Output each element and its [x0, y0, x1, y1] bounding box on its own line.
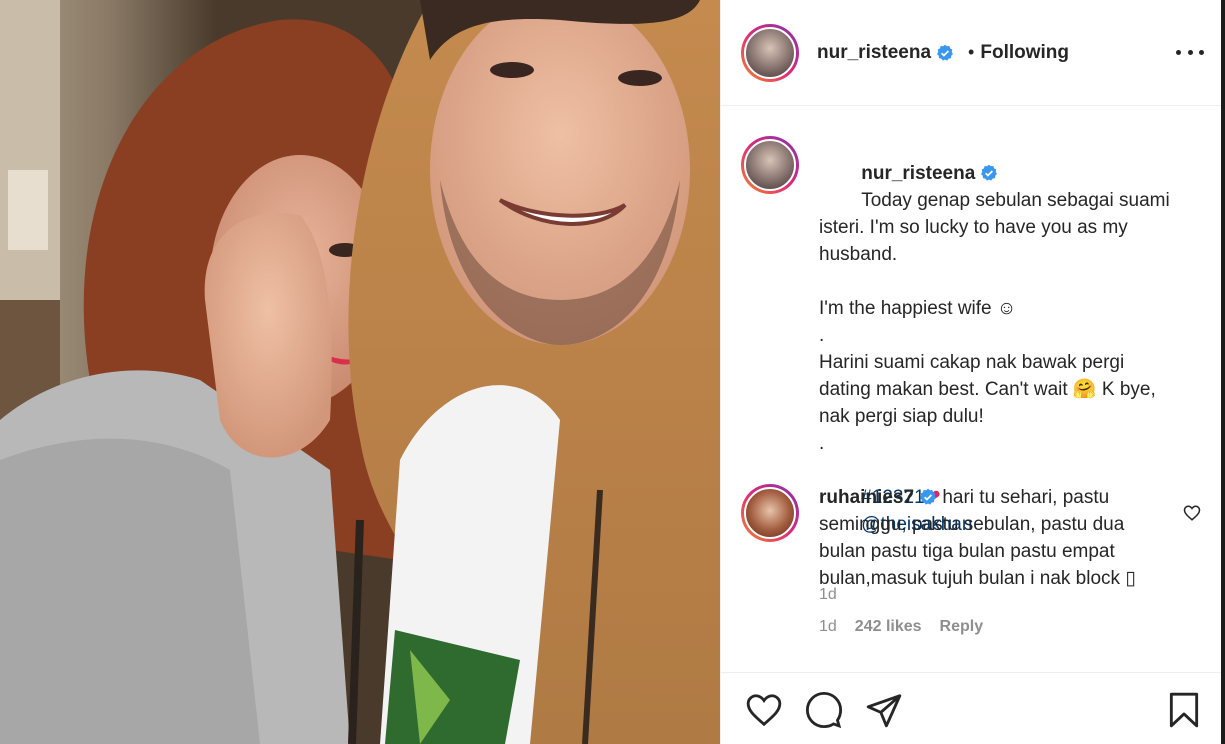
caption-line-1: Today genap sebulan sebagai suami isteri… — [819, 190, 1175, 265]
comment-timestamp[interactable]: 1d — [819, 613, 837, 640]
caption-username[interactable]: nur_risteena — [861, 163, 975, 184]
action-bar — [721, 672, 1222, 744]
comment-item: ruhainies7 hari tu sehari, pastu semingg… — [741, 484, 1201, 640]
author-username[interactable]: nur_risteena — [817, 42, 931, 64]
more-options-icon[interactable] — [1176, 40, 1204, 64]
following-button[interactable]: Following — [980, 42, 1069, 64]
comment-meta: 1d 242 likes Reply — [819, 613, 1144, 640]
verified-badge-icon — [937, 44, 953, 61]
share-icon[interactable] — [865, 691, 903, 729]
commenter-username[interactable]: ruhainies7 — [819, 487, 914, 508]
caption-line-3: Harini suami cakap nak bawak pergi datin… — [819, 352, 1162, 427]
comment-like-heart-icon[interactable] — [1183, 504, 1201, 522]
comment-body: ruhainies7 hari tu sehari, pastu semingg… — [819, 484, 1144, 640]
caption-dot-1: . — [819, 325, 825, 346]
post-photo[interactable] — [0, 0, 720, 744]
verified-badge-icon — [981, 164, 998, 181]
author-avatar[interactable] — [741, 23, 799, 82]
comment-reply-button[interactable]: Reply — [940, 613, 984, 640]
comment-icon[interactable] — [805, 691, 843, 729]
post-details-panel: nur_risteena • Following nur_risteena To… — [720, 0, 1225, 744]
author-info: nur_risteena • Following — [817, 42, 1069, 64]
heart-icon[interactable] — [745, 691, 783, 729]
caption-avatar[interactable] — [741, 136, 799, 194]
caption-line-2: I'm the happiest wife ☺ — [819, 298, 1017, 319]
post-header: nur_risteena • Following — [721, 0, 1222, 106]
bookmark-icon[interactable] — [1165, 691, 1203, 729]
comment-likes[interactable]: 242 likes — [855, 613, 922, 640]
window-edge — [1221, 0, 1225, 744]
caption-dot-2: . — [819, 433, 825, 454]
couple-selfie-photo — [0, 0, 720, 744]
commenter-avatar[interactable] — [741, 484, 799, 542]
verified-badge-icon — [920, 488, 936, 505]
header-separator: • — [968, 42, 975, 62]
